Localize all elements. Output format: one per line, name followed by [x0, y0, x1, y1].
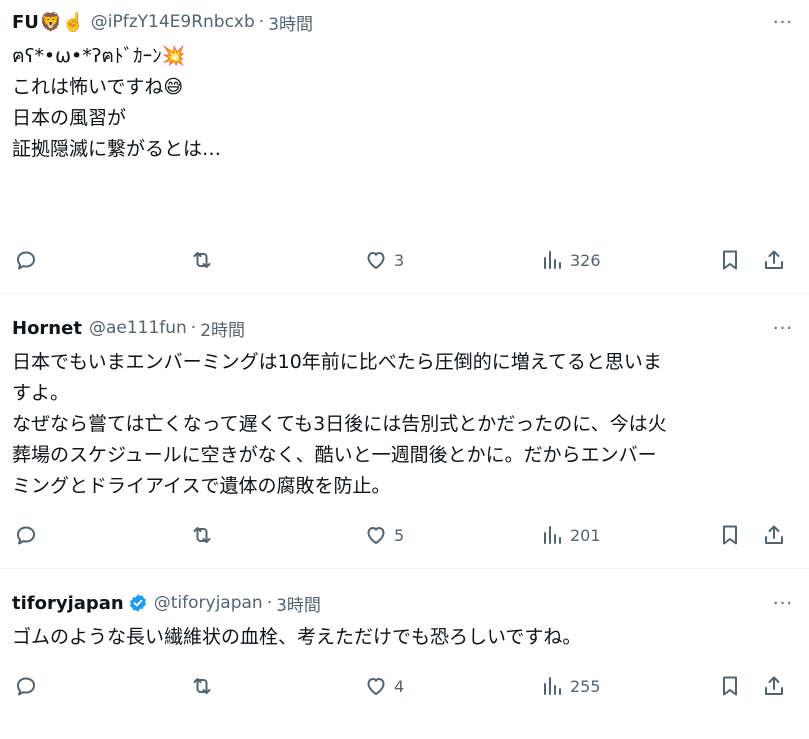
share-icon [765, 676, 783, 695]
reply-icon [17, 251, 35, 270]
reply-icon [17, 677, 35, 696]
tweet[interactable]: FU 🦁☝️ @iPfzY14E9Rnbcxb · 3時間 ··· ฅʕ*•ω•… [0, 0, 809, 294]
retweet-button[interactable] [190, 519, 214, 551]
bookmark-icon [723, 250, 737, 270]
like-button[interactable]: 5 [364, 519, 404, 551]
action-bar: 3 326 [12, 244, 797, 276]
tweet-header: FU 🦁☝️ @iPfzY14E9Rnbcxb · 3時間 [12, 8, 797, 36]
more-icon[interactable]: ··· [769, 589, 797, 617]
reply-icon [17, 526, 35, 545]
views-button[interactable]: 255 [540, 670, 601, 702]
timestamp[interactable]: 3時間 [276, 591, 321, 616]
name-emojis: 🦁☝️ [39, 11, 85, 33]
more-icon[interactable]: ··· [769, 314, 797, 342]
like-button[interactable]: 3 [364, 244, 404, 276]
share-button[interactable] [762, 244, 786, 276]
separator-dot: · [190, 318, 197, 338]
user-handle[interactable]: @tiforyjapan [154, 593, 263, 613]
tweet-line: ゴムのような長い繊維状の血栓、考えただけでも恐ろしいですね。 [12, 626, 582, 648]
like-count: 4 [394, 676, 405, 696]
views-button[interactable]: 326 [540, 244, 601, 276]
retweet-button[interactable] [190, 244, 214, 276]
separator-dot: · [266, 593, 273, 613]
retweet-icon [193, 252, 211, 268]
bookmark-button[interactable] [718, 244, 742, 276]
like-count: 3 [394, 250, 405, 270]
tweet-header: tiforyjapan @tiforyjapan · 3時間 [12, 589, 797, 617]
timestamp[interactable]: 3時間 [268, 10, 313, 35]
heart-icon [367, 527, 385, 544]
verified-badge-icon [128, 593, 148, 613]
tweet-text: 日本でもいまエンバーミングは10年前に比べたら圧倒的に増えてると思いま すよ。 … [12, 347, 791, 502]
views-button[interactable]: 201 [540, 519, 601, 551]
views-icon [544, 526, 561, 544]
tweet-line: すよ。 [12, 382, 70, 404]
view-count: 255 [570, 676, 601, 696]
tweet[interactable]: tiforyjapan @tiforyjapan · 3時間 ··· ゴムのよう… [0, 569, 809, 739]
bookmark-button[interactable] [718, 519, 742, 551]
tweet-line: 日本の風習が [12, 107, 127, 129]
retweet-icon [193, 527, 211, 543]
retweet-button[interactable] [190, 670, 214, 702]
more-icon[interactable]: ··· [769, 8, 797, 36]
view-count: 326 [570, 250, 601, 270]
like-count: 5 [394, 525, 405, 545]
tweet-header: Hornet @ae111fun · 2時間 [12, 314, 797, 342]
view-count: 201 [570, 525, 601, 545]
tweet-line: これは怖いですね😅 [12, 76, 184, 98]
share-icon [765, 250, 783, 269]
views-icon [544, 677, 561, 695]
heart-icon [367, 678, 385, 695]
user-handle[interactable]: @iPfzY14E9Rnbcxb [91, 12, 255, 32]
tweet-line: ฅʕ*•ω•*ʔฅﾄﾞｶｰﾝ💥 [12, 45, 186, 67]
user-handle[interactable]: @ae111fun [89, 318, 187, 338]
reply-button[interactable] [14, 670, 38, 702]
share-button[interactable] [762, 670, 786, 702]
action-bar: 4 255 [12, 670, 797, 702]
reply-feed: FU 🦁☝️ @iPfzY14E9Rnbcxb · 3時間 ··· ฅʕ*•ω•… [0, 0, 809, 739]
bookmark-icon [723, 676, 737, 696]
share-button[interactable] [762, 519, 786, 551]
reply-button[interactable] [14, 519, 38, 551]
tweet-text: ฅʕ*•ω•*ʔฅﾄﾞｶｰﾝ💥 これは怖いですね😅 日本の風習が 証拠隠滅に繋が… [12, 41, 791, 165]
retweet-icon [193, 678, 211, 694]
tweet-line: 葬場のスケジュールに空きがなく、酷いと一週間後とかに。だからエンバー [12, 444, 657, 466]
tweet[interactable]: Hornet @ae111fun · 2時間 ··· 日本でもいまエンバーミング… [0, 294, 809, 569]
display-name[interactable]: FU [12, 12, 39, 33]
reply-button[interactable] [14, 244, 38, 276]
display-name[interactable]: tiforyjapan [12, 593, 124, 614]
action-bar: 5 201 [12, 519, 797, 551]
tweet-line: 証拠隠滅に繋がるとは… [12, 138, 222, 160]
heart-icon [367, 252, 385, 269]
tweet-line: なぜなら嘗ては亡くなって遅くても3日後には告別式とかだったのに、今は火 [12, 413, 667, 435]
views-icon [544, 251, 561, 269]
display-name[interactable]: Hornet [12, 318, 82, 339]
separator-dot: · [258, 12, 265, 32]
like-button[interactable]: 4 [364, 670, 404, 702]
tweet-line: ミングとドライアイスで遺体の腐敗を防止。 [12, 475, 391, 497]
bookmark-icon [723, 525, 737, 545]
share-icon [765, 525, 783, 544]
timestamp[interactable]: 2時間 [200, 316, 245, 341]
bookmark-button[interactable] [718, 670, 742, 702]
tweet-text: ゴムのような長い繊維状の血栓、考えただけでも恐ろしいですね。 [12, 622, 791, 653]
tweet-line: 日本でもいまエンバーミングは10年前に比べたら圧倒的に増えてると思いま [12, 351, 662, 373]
